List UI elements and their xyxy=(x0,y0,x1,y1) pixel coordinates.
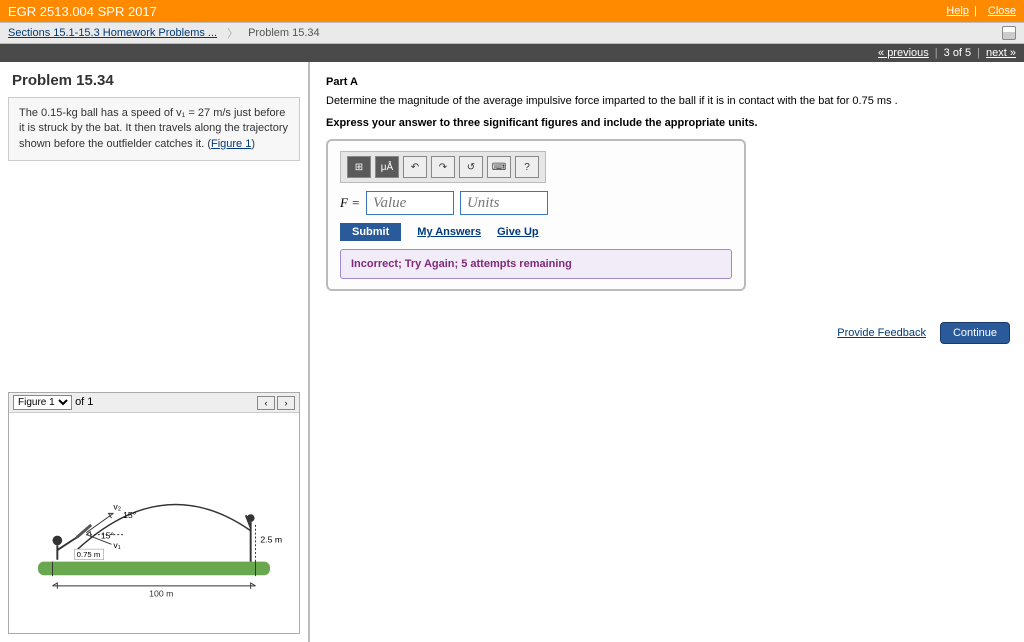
provide-feedback-link[interactable]: Provide Feedback xyxy=(837,327,926,339)
feedback-message: Incorrect; Try Again; 5 attempts remaini… xyxy=(340,249,732,279)
breadcrumb: Sections 15.1-15.3 Homework Problems ...… xyxy=(0,22,1024,44)
svg-text:100 m: 100 m xyxy=(149,588,173,598)
redo-button[interactable]: ↷ xyxy=(431,156,455,178)
figure-nav: ‹ › xyxy=(257,396,295,410)
course-title: EGR 2513.004 SPR 2017 xyxy=(8,4,157,19)
nav-sep: | xyxy=(977,47,980,59)
svg-text:0.75 m: 0.75 m xyxy=(77,550,101,559)
templates-button[interactable]: ⊞ xyxy=(347,156,371,178)
answer-card: ⊞ μÅ ↶ ↷ ↺ ⌨ ? F = Submit My Answers Giv… xyxy=(326,139,746,291)
nav-position: 3 of 5 xyxy=(944,47,972,59)
continue-button[interactable]: Continue xyxy=(940,322,1010,344)
instruction-text: Express your answer to three significant… xyxy=(326,117,1010,129)
figure-of: of 1 xyxy=(75,396,93,408)
submit-row: Submit My Answers Give Up xyxy=(340,223,732,241)
figure-selector[interactable]: Figure 1 xyxy=(13,395,72,410)
figure-next-button[interactable]: › xyxy=(277,396,295,410)
units-input[interactable] xyxy=(460,191,548,215)
my-answers-link[interactable]: My Answers xyxy=(417,226,481,238)
top-links: Help | Close xyxy=(940,5,1016,17)
nav-strip: « previous | 3 of 5 | next » xyxy=(0,44,1024,62)
breadcrumb-current: Problem 15.34 xyxy=(248,27,320,39)
nav-sep: | xyxy=(935,47,938,59)
top-bar: EGR 2513.004 SPR 2017 Help | Close xyxy=(0,0,1024,22)
figure-image: 100 m v₂ 15° v₁ 15° xyxy=(9,413,299,633)
answer-row: F = xyxy=(340,191,732,215)
breadcrumb-section-link[interactable]: Sections 15.1-15.3 Homework Problems ... xyxy=(8,27,217,39)
next-link[interactable]: next » xyxy=(986,47,1016,59)
svg-text:2.5 m: 2.5 m xyxy=(260,534,282,544)
part-title: Part A xyxy=(326,76,1010,88)
undo-button[interactable]: ↶ xyxy=(403,156,427,178)
svg-text:v₂: v₂ xyxy=(113,501,121,511)
right-pane: Part A Determine the magnitude of the av… xyxy=(310,62,1024,642)
question-text: Determine the magnitude of the average i… xyxy=(326,94,1010,109)
value-input[interactable] xyxy=(366,191,454,215)
figure-header: Figure 1 of 1 ‹ › xyxy=(9,393,299,413)
svg-text:15°: 15° xyxy=(123,510,136,520)
problem-text-2: ) xyxy=(251,138,255,150)
bottom-actions: Provide Feedback Continue xyxy=(837,322,1010,344)
give-up-link[interactable]: Give Up xyxy=(497,226,539,238)
close-link[interactable]: Close xyxy=(988,5,1016,17)
figure-panel: Figure 1 of 1 ‹ › 100 m xyxy=(8,392,300,634)
figure-selector-wrap: Figure 1 of 1 xyxy=(13,395,93,410)
main: Problem 15.34 The 0.15-kg ball has a spe… xyxy=(0,62,1024,642)
figure-prev-button[interactable]: ‹ xyxy=(257,396,275,410)
problem-title: Problem 15.34 xyxy=(0,62,308,97)
problem-text: The 0.15-kg ball has a speed of v₁ = 27 … xyxy=(8,97,300,161)
keyboard-button[interactable]: ⌨ xyxy=(487,156,511,178)
svg-text:v₁: v₁ xyxy=(113,540,120,550)
prev-link[interactable]: « previous xyxy=(878,47,929,59)
answer-toolbar: ⊞ μÅ ↶ ↷ ↺ ⌨ ? xyxy=(340,151,546,183)
reset-button[interactable]: ↺ xyxy=(459,156,483,178)
greek-button[interactable]: μÅ xyxy=(375,156,399,178)
svg-text:15°: 15° xyxy=(101,530,114,540)
print-icon[interactable] xyxy=(1002,26,1016,40)
figure-link[interactable]: Figure 1 xyxy=(211,138,251,150)
left-pane: Problem 15.34 The 0.15-kg ball has a spe… xyxy=(0,62,310,642)
breadcrumb-chevron-icon: 〉 xyxy=(227,25,238,41)
submit-button[interactable]: Submit xyxy=(340,223,401,241)
link-separator: | xyxy=(974,5,977,17)
help-link[interactable]: Help xyxy=(946,5,969,17)
breadcrumb-left: Sections 15.1-15.3 Homework Problems ...… xyxy=(8,25,320,41)
toolbar-help-button[interactable]: ? xyxy=(515,156,539,178)
equation-label: F = xyxy=(340,195,360,211)
